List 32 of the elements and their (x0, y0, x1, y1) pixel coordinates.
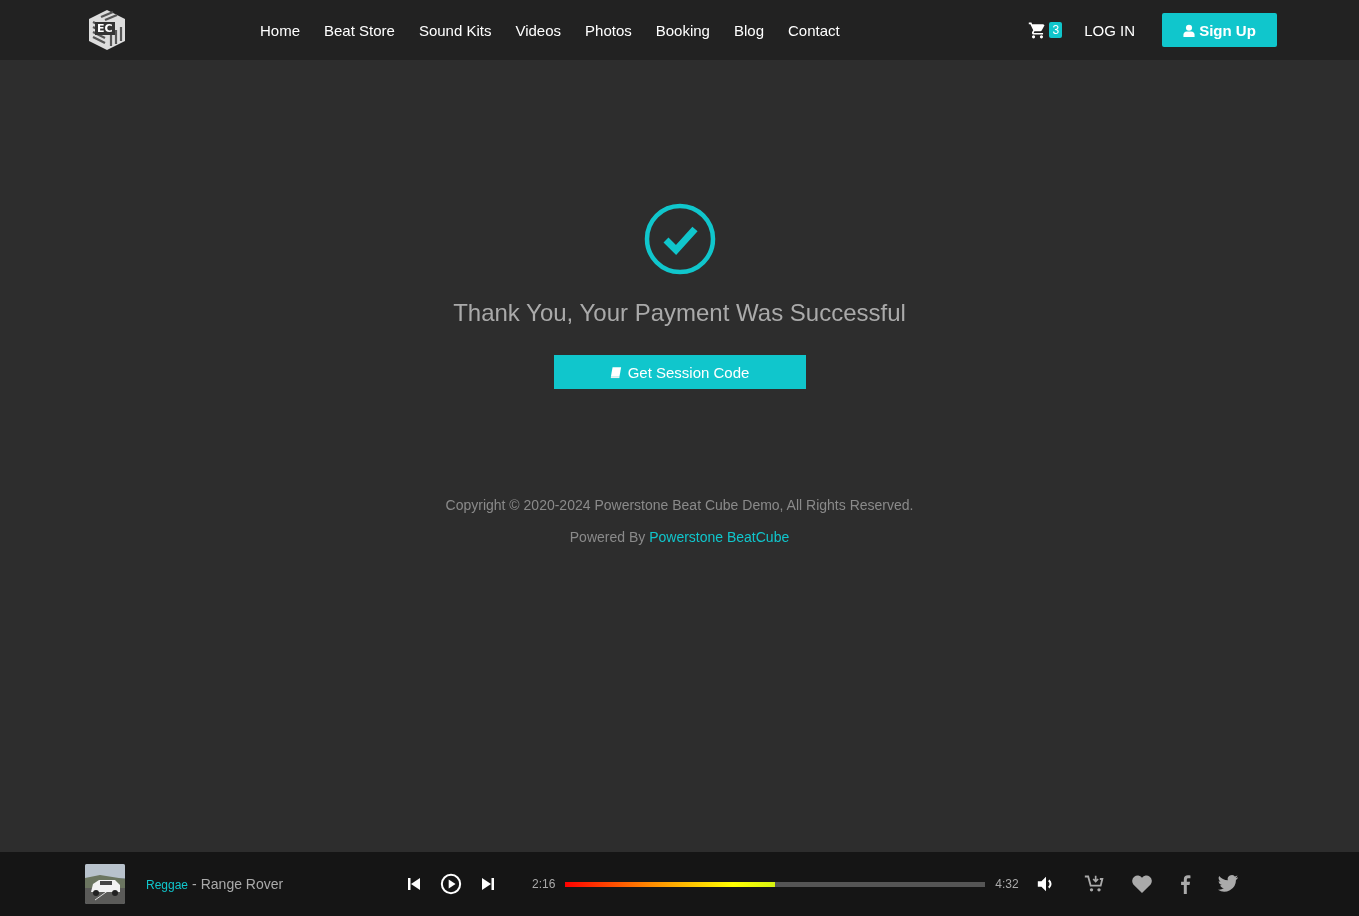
facebook-icon[interactable] (1178, 874, 1191, 894)
nav-link[interactable]: Contact (788, 21, 840, 39)
nav-link[interactable]: Blog (733, 21, 764, 39)
nav-link[interactable]: Booking (655, 21, 710, 39)
book-icon (609, 365, 622, 379)
track-title: Range Rover (200, 876, 284, 892)
heart-icon[interactable] (1130, 874, 1153, 894)
powered-by-text: Powered By (569, 529, 646, 545)
genre-link[interactable]: Reggae (146, 878, 189, 892)
nav-link[interactable]: Home (260, 21, 300, 39)
next-icon[interactable] (480, 876, 496, 892)
bird-icon[interactable] (1216, 874, 1239, 894)
previous-icon[interactable] (406, 876, 422, 892)
nav-link[interactable]: Videos (515, 21, 562, 39)
nav-link[interactable]: Photos (585, 21, 632, 39)
cart-count-badge: 3 (1049, 22, 1063, 38)
copyright-text: Copyright © 2020-2024 Powerstone Beat Cube Demo, All Rights Reserved. (445, 497, 914, 513)
login-link[interactable]: LOG IN (1084, 21, 1135, 39)
nav-link[interactable]: Beat Store (324, 21, 395, 39)
duration-time: 4:32 (995, 877, 1019, 891)
play-icon[interactable] (440, 873, 462, 895)
nav-link[interactable]: Sound Kits (418, 21, 492, 39)
logo[interactable]: EC (87, 6, 127, 54)
user-icon (1183, 23, 1196, 37)
progress-track[interactable] (565, 881, 986, 887)
success-check-icon (643, 203, 716, 275)
logo-text: EC (95, 22, 115, 35)
cart-download-icon[interactable] (1082, 874, 1105, 894)
separator-text: - (192, 876, 197, 892)
success-message: Thank You, Your Payment Was Successful (453, 299, 906, 327)
powered-by-link[interactable]: Powerstone BeatCube (649, 529, 790, 545)
elapsed-time: 2:16 (532, 877, 556, 891)
